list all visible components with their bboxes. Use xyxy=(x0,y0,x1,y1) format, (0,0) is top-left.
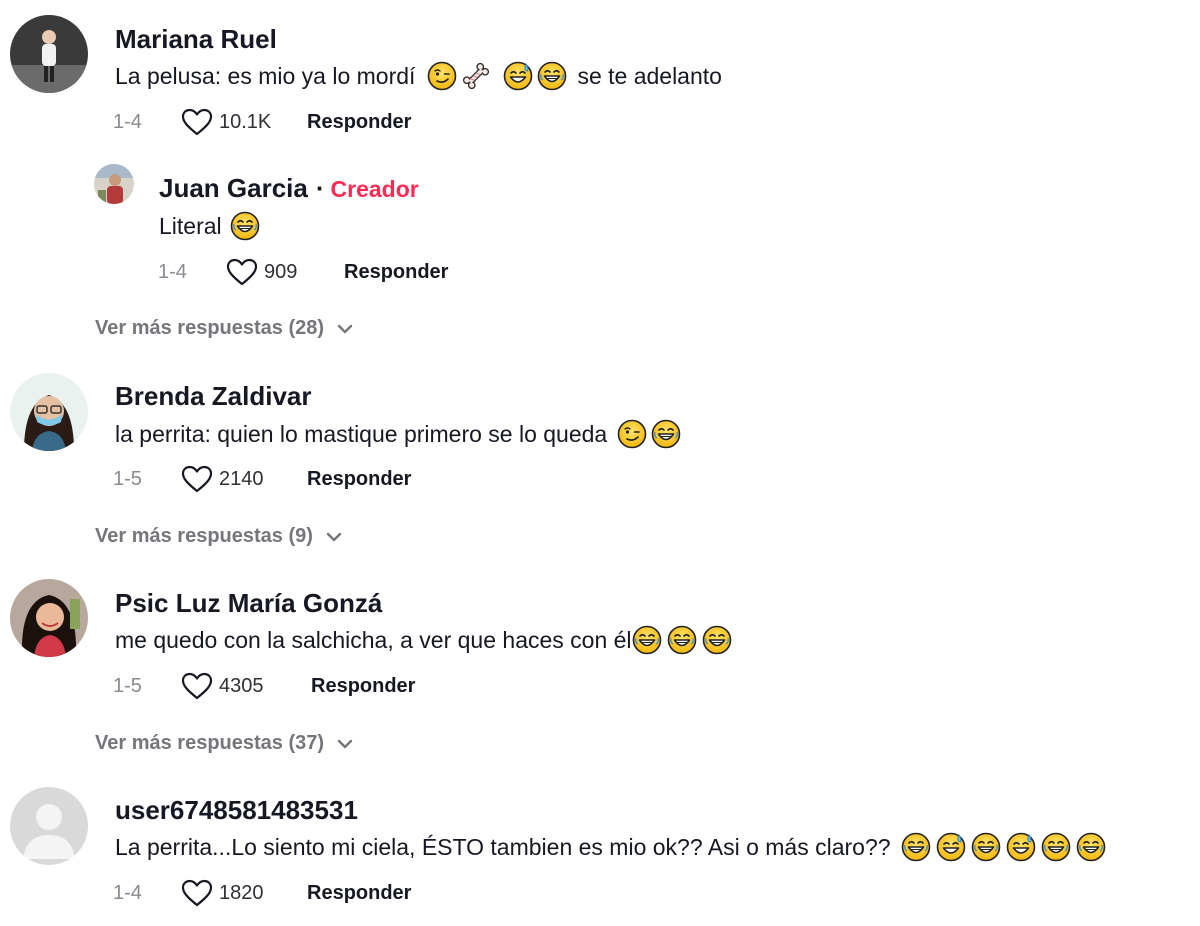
comment-text: La perrita...Lo siento mi ciela, ÉSTO ta… xyxy=(115,832,1106,862)
laughing-face-icon xyxy=(702,625,732,655)
heart-icon[interactable] xyxy=(181,465,213,493)
avatar[interactable] xyxy=(10,579,88,657)
laughing-face-icon xyxy=(1076,832,1106,862)
comment-text: me quedo con la salchicha, a ver que hac… xyxy=(115,625,732,655)
laughing-face-icon xyxy=(632,625,662,655)
reply-button[interactable]: Responder xyxy=(344,260,448,284)
laughing-face-icon xyxy=(901,832,931,862)
like-button[interactable]: 909 xyxy=(226,258,344,286)
comment-text-content: me quedo con la salchicha, a ver que hac… xyxy=(115,627,632,653)
chevron-down-icon xyxy=(336,323,354,335)
avatar[interactable] xyxy=(94,164,134,204)
laughing-face-icon xyxy=(667,625,697,655)
comment-meta: 1-5 2140 Responder xyxy=(113,465,411,493)
comment-text-after: se te adelanto xyxy=(577,63,722,89)
sweat-smile-icon xyxy=(936,832,966,862)
smirk-face-icon xyxy=(427,61,457,91)
heart-icon[interactable] xyxy=(226,258,258,286)
like-button[interactable]: 2140 xyxy=(181,465,307,493)
like-count: 1820 xyxy=(219,882,264,904)
like-button[interactable]: 1820 xyxy=(181,879,307,907)
sweat-smile-icon xyxy=(1006,832,1036,862)
username[interactable]: Psic Luz María Gonzá xyxy=(115,588,382,618)
comment-text-content: La perrita...Lo siento mi ciela, ÉSTO ta… xyxy=(115,834,891,860)
reply-button[interactable]: Responder xyxy=(307,467,411,491)
laughing-face-icon xyxy=(651,419,681,449)
creator-badge: Creador xyxy=(330,176,419,202)
laughing-face-icon xyxy=(537,61,567,91)
comment-text-before: La pelusa: es mio ya lo mordí xyxy=(115,63,416,89)
bone-icon xyxy=(461,61,491,91)
like-button[interactable]: 4305 xyxy=(181,672,311,700)
like-count: 10.1K xyxy=(219,111,272,133)
username[interactable]: user6748581483531 xyxy=(115,795,358,825)
chevron-down-icon xyxy=(325,531,343,543)
comment-text: la perrita: quien lo mastique primero se… xyxy=(115,419,681,449)
like-count: 4305 xyxy=(219,675,264,697)
view-more-replies-label: Ver más respuestas (9) xyxy=(95,525,313,547)
like-count: 2140 xyxy=(219,468,264,490)
reply-username-row: Juan Garcia · Creador xyxy=(159,173,419,204)
reply-text: Literal xyxy=(159,211,260,241)
view-more-replies-label: Ver más respuestas (28) xyxy=(95,317,325,339)
reply-meta: 1-4 909 Responder xyxy=(158,258,448,286)
like-button[interactable]: 10.1K xyxy=(181,108,307,136)
comment-date: 1-5 xyxy=(113,468,142,490)
comment-meta: 1-4 10.1K Responder xyxy=(113,108,411,136)
laughing-face-icon xyxy=(1041,832,1071,862)
comment-date: 1-5 xyxy=(113,675,142,697)
smirk-face-icon xyxy=(617,419,647,449)
comment-text-content: la perrita: quien lo mastique primero se… xyxy=(115,421,608,447)
sweat-smile-icon xyxy=(503,61,533,91)
view-more-replies-button[interactable]: Ver más respuestas (28) xyxy=(95,317,354,340)
separator-dot: · xyxy=(315,173,325,203)
comment-date: 1-4 xyxy=(113,111,142,133)
reply-button[interactable]: Responder xyxy=(307,881,411,905)
laughing-face-icon xyxy=(971,832,1001,862)
avatar[interactable] xyxy=(10,373,88,451)
avatar[interactable] xyxy=(10,787,88,865)
view-more-replies-button[interactable]: Ver más respuestas (9) xyxy=(95,525,343,548)
view-more-replies-label: Ver más respuestas (37) xyxy=(95,732,325,754)
comment-text: La pelusa: es mio ya lo mordí se te adel… xyxy=(115,61,722,91)
chevron-down-icon xyxy=(336,738,354,750)
reply-button[interactable]: Responder xyxy=(311,674,415,698)
username[interactable]: Brenda Zaldivar xyxy=(115,381,312,411)
comment-date: 1-4 xyxy=(113,882,142,904)
comment-meta: 1-5 4305 Responder xyxy=(113,672,415,700)
comment-date: 1-4 xyxy=(158,261,187,283)
username[interactable]: Mariana Ruel xyxy=(115,24,277,54)
reply-button[interactable]: Responder xyxy=(307,110,411,134)
comment-meta: 1-4 1820 Responder xyxy=(113,879,411,907)
heart-icon[interactable] xyxy=(181,672,213,700)
reply-text-content: Literal xyxy=(159,213,222,239)
heart-icon[interactable] xyxy=(181,879,213,907)
view-more-replies-button[interactable]: Ver más respuestas (37) xyxy=(95,732,354,755)
heart-icon[interactable] xyxy=(181,108,213,136)
like-count: 909 xyxy=(264,261,298,283)
avatar[interactable] xyxy=(10,15,88,93)
username[interactable]: Juan Garcia xyxy=(159,173,308,203)
laughing-face-icon xyxy=(230,211,260,241)
